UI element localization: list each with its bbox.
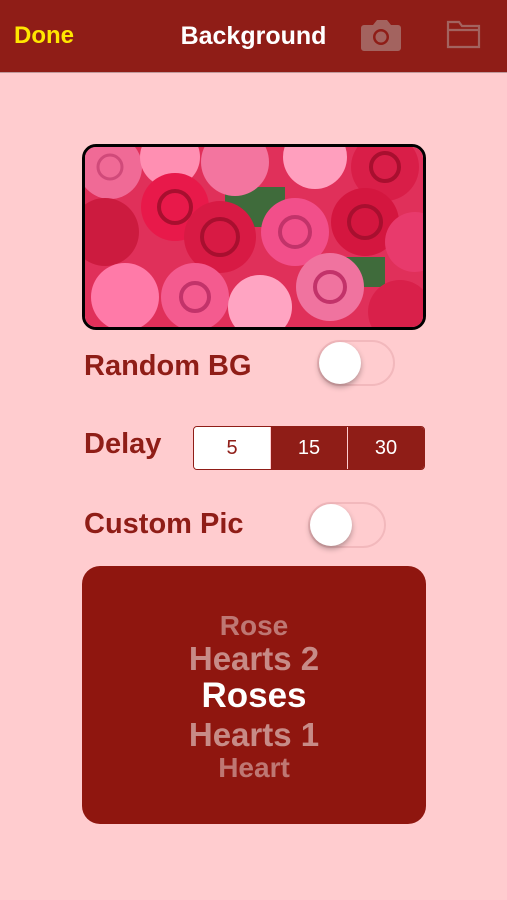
random-bg-toggle[interactable] [317,340,395,386]
delay-option-5[interactable]: 5 [194,427,270,469]
toggle-knob [310,504,352,546]
background-picker[interactable]: Rose Hearts 2 Roses Hearts 1 Heart [82,566,426,824]
custom-pic-label: Custom Pic [84,508,244,540]
camera-icon[interactable] [360,17,402,58]
delay-segmented-control: 5 15 30 [193,426,425,470]
folder-icon[interactable] [446,17,482,56]
picker-item[interactable]: Hearts 1 [82,716,426,754]
picker-item-selected[interactable]: Roses [82,676,426,716]
random-bg-label: Random BG [84,350,252,382]
picker-item[interactable]: Rose [82,610,426,642]
navigation-bar: Done Background [0,0,507,72]
page-title: Background [180,22,327,50]
toggle-knob [319,342,361,384]
delay-option-30[interactable]: 30 [347,427,424,469]
delay-label: Delay [84,428,162,460]
custom-pic-toggle[interactable] [308,502,386,548]
delay-option-15[interactable]: 15 [270,427,347,469]
background-preview-image [82,144,426,330]
picker-item[interactable]: Heart [82,752,426,784]
picker-item[interactable]: Hearts 2 [82,640,426,678]
